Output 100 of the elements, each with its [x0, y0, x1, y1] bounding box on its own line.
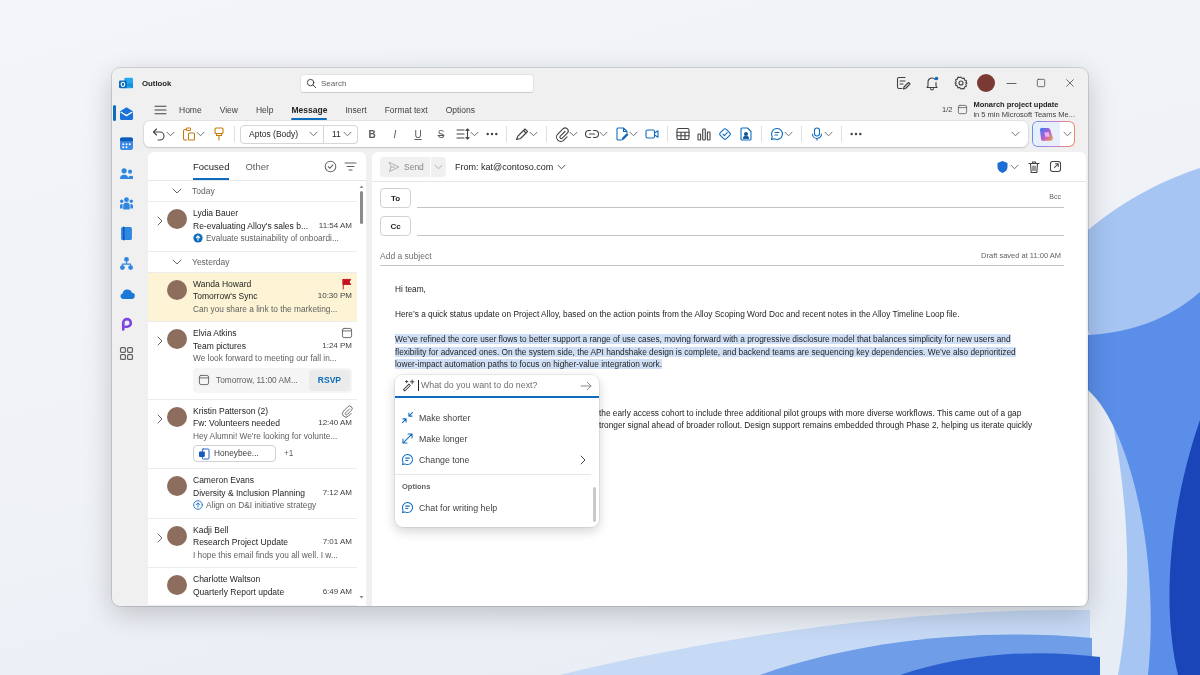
calendar-icon [958, 105, 968, 114]
avatar-icon [167, 476, 187, 496]
ribbon-tab[interactable]: Home [170, 98, 211, 121]
ribbon-tab[interactable]: View [210, 98, 247, 121]
caret-icon [435, 164, 442, 169]
time-text: 7:01 AM [322, 536, 352, 548]
pen-icon [516, 128, 528, 140]
group-header[interactable]: Today [148, 181, 357, 202]
mail-tab[interactable]: Focused [193, 152, 230, 180]
filter-icon [344, 162, 356, 170]
menu-icon [154, 105, 166, 114]
bold-button[interactable]: B [361, 123, 383, 145]
caret-icon [310, 132, 317, 136]
caret-icon [1011, 164, 1018, 169]
to-button[interactable]: To [380, 188, 411, 208]
calendar-icon [119, 136, 133, 150]
swirl-icon [119, 316, 133, 330]
mail-icon [119, 106, 133, 120]
caret-icon [1012, 132, 1019, 136]
ribbon-tab[interactable]: Message [282, 98, 337, 121]
close-icon [1065, 79, 1074, 87]
caret-icon [344, 132, 351, 136]
underline-button[interactable]: U [407, 123, 429, 145]
body-text-line: tronger signal ahead of broader rollout. Design support remains embedded through Phase 2, helping us iterate quickly [599, 419, 1033, 432]
sender-name: Charlotte Waltson [193, 573, 261, 586]
time-text: 7:12 AM [322, 486, 352, 499]
sender-name: Kristin Patterson (2) [193, 404, 269, 417]
ribbon-tab[interactable]: Insert [336, 98, 376, 121]
apps-icon [119, 346, 133, 360]
message-item[interactable]: Kadji Bell Research Project Update 7:01 AM I hope this email finds you all well. I w... [148, 518, 357, 568]
paperclip-icon [342, 405, 352, 416]
shrink-arrows-icon [402, 412, 413, 423]
account-avatar[interactable] [977, 74, 995, 92]
message-item[interactable]: Lydia Bauer Re-evaluating Alloy's sales b... 11:54 AM Evaluate sustainability of onboardi... [148, 202, 357, 252]
avatar-icon [167, 525, 187, 546]
preview-text: Evaluate sustainability of onboardi... [206, 232, 339, 245]
ribbon-tab[interactable]: Help [246, 98, 283, 121]
preview-text: I hope this email finds you all well. I w... [193, 548, 338, 561]
scrollbar[interactable] [593, 487, 596, 522]
attachment-chip[interactable]: Honeybee... [193, 445, 276, 462]
mail-tab[interactable]: Other [245, 152, 270, 180]
menu-item[interactable]: Change tone [395, 449, 591, 470]
caret-icon [1063, 132, 1071, 136]
subject-text: Diversity & Inclusion Planning [193, 486, 305, 499]
link-icon [586, 128, 598, 140]
message-item[interactable]: Elvia Atkins Team pictures 1:24 PM We look forward to meeting our fall in... Tomorrow, 11:00 AM... RSVP [148, 322, 357, 400]
table-icon [677, 128, 689, 140]
message-item[interactable]: Wanda Howard Tomorrow's Sync 10:30 PM Can you share a link to the marketing... [148, 272, 357, 322]
time-text: 6:49 AM [322, 585, 352, 598]
body-paragraph: Here’s a quick status update on Project Alloy, based on the action points from the Alloy Scoping Word Doc and recent notes in the Alloy Timeline Loop file. [395, 308, 961, 321]
subject-text: Tomorrow's Sync [193, 290, 258, 303]
menu-item[interactable]: Make shorter [395, 407, 591, 428]
preview-text: Can you share a link to the marketing... [193, 302, 338, 315]
avatar-icon [167, 279, 187, 300]
search-field[interactable]: Search [300, 73, 534, 93]
sender-name: Wanda Howard [193, 277, 252, 290]
sender-name: Elvia Atkins [193, 327, 237, 340]
menu-item[interactable]: Chat for writing help [395, 497, 591, 518]
calendar-icon [342, 328, 352, 339]
subject-text: Team pictures [193, 339, 246, 352]
menu-item[interactable]: Make longer [395, 428, 591, 449]
message-item[interactable]: Cameron Evans Diversity & Inclusion Planning 7:12 AM Align on D&I initiative strategy [148, 469, 357, 519]
bar-chart-icon [698, 128, 710, 140]
maximize-icon [1036, 79, 1045, 87]
italic-button[interactable]: I [384, 123, 406, 145]
message-item[interactable]: Charlotte Waltson Quarterly Report update 6:49 AM [148, 568, 357, 606]
font-dropdown[interactable]: Aptos (Body) [240, 124, 324, 144]
time-text: 1:24 PM [322, 339, 352, 352]
rsvp-button[interactable]: RSVP [308, 369, 350, 391]
cc-button[interactable]: Cc [380, 216, 411, 236]
prompt-field[interactable]: What do you want to do next? [418, 380, 575, 391]
sender-name: Cameron Evans [193, 474, 254, 487]
submit-button[interactable] [579, 379, 593, 392]
trash-icon [1028, 160, 1040, 173]
strikethrough-button[interactable]: S [430, 123, 452, 145]
bell-icon [925, 77, 938, 89]
body-paragraph: We’ve refined the core user flows to better support a range of use cases, moving forward with a progressive disclosure model that balances simplicity for new users and flexibility for advanced ones. On the system side, the API handshake design is complete, and backend teams are sequencing key dependencies. We’ve also deprioritized lower-impact automation paths to focus on higher-value integration work. [395, 333, 1017, 371]
group-icon [119, 196, 133, 210]
ribbon-tab[interactable]: Format text [375, 98, 437, 121]
font-size-dropdown[interactable]: 11 [324, 124, 358, 144]
line-spacing-icon [457, 128, 469, 140]
from-dropdown[interactable]: From: kat@contoso.com [455, 161, 566, 172]
shield-icon [997, 160, 1008, 173]
chat-bubble-icon [402, 502, 413, 513]
video-camera-icon [646, 128, 658, 140]
logo-icon [1040, 127, 1053, 141]
subject-text: Fw: Volunteers needed [193, 417, 280, 430]
minimize-icon [1007, 82, 1016, 84]
subject-field[interactable]: Add a subject [380, 250, 982, 261]
assistant-button[interactable] [1032, 121, 1075, 147]
document-person-icon [740, 128, 752, 140]
calendar-icon [199, 375, 209, 385]
chat-bubble-icon [771, 128, 783, 140]
group-header[interactable]: Yesterday [148, 251, 357, 273]
message-item[interactable]: Kristin Patterson (2) Fw: Volunteers needed 12:40 AM Hey Alumni! We're looking for volunte... Honeybee... +1 [148, 399, 357, 469]
ribbon-tab[interactable]: Options [436, 98, 484, 121]
avatar-icon [167, 406, 187, 427]
document-icon [199, 448, 209, 459]
caret-icon [558, 164, 566, 169]
attachment-count: +1 [284, 447, 294, 460]
